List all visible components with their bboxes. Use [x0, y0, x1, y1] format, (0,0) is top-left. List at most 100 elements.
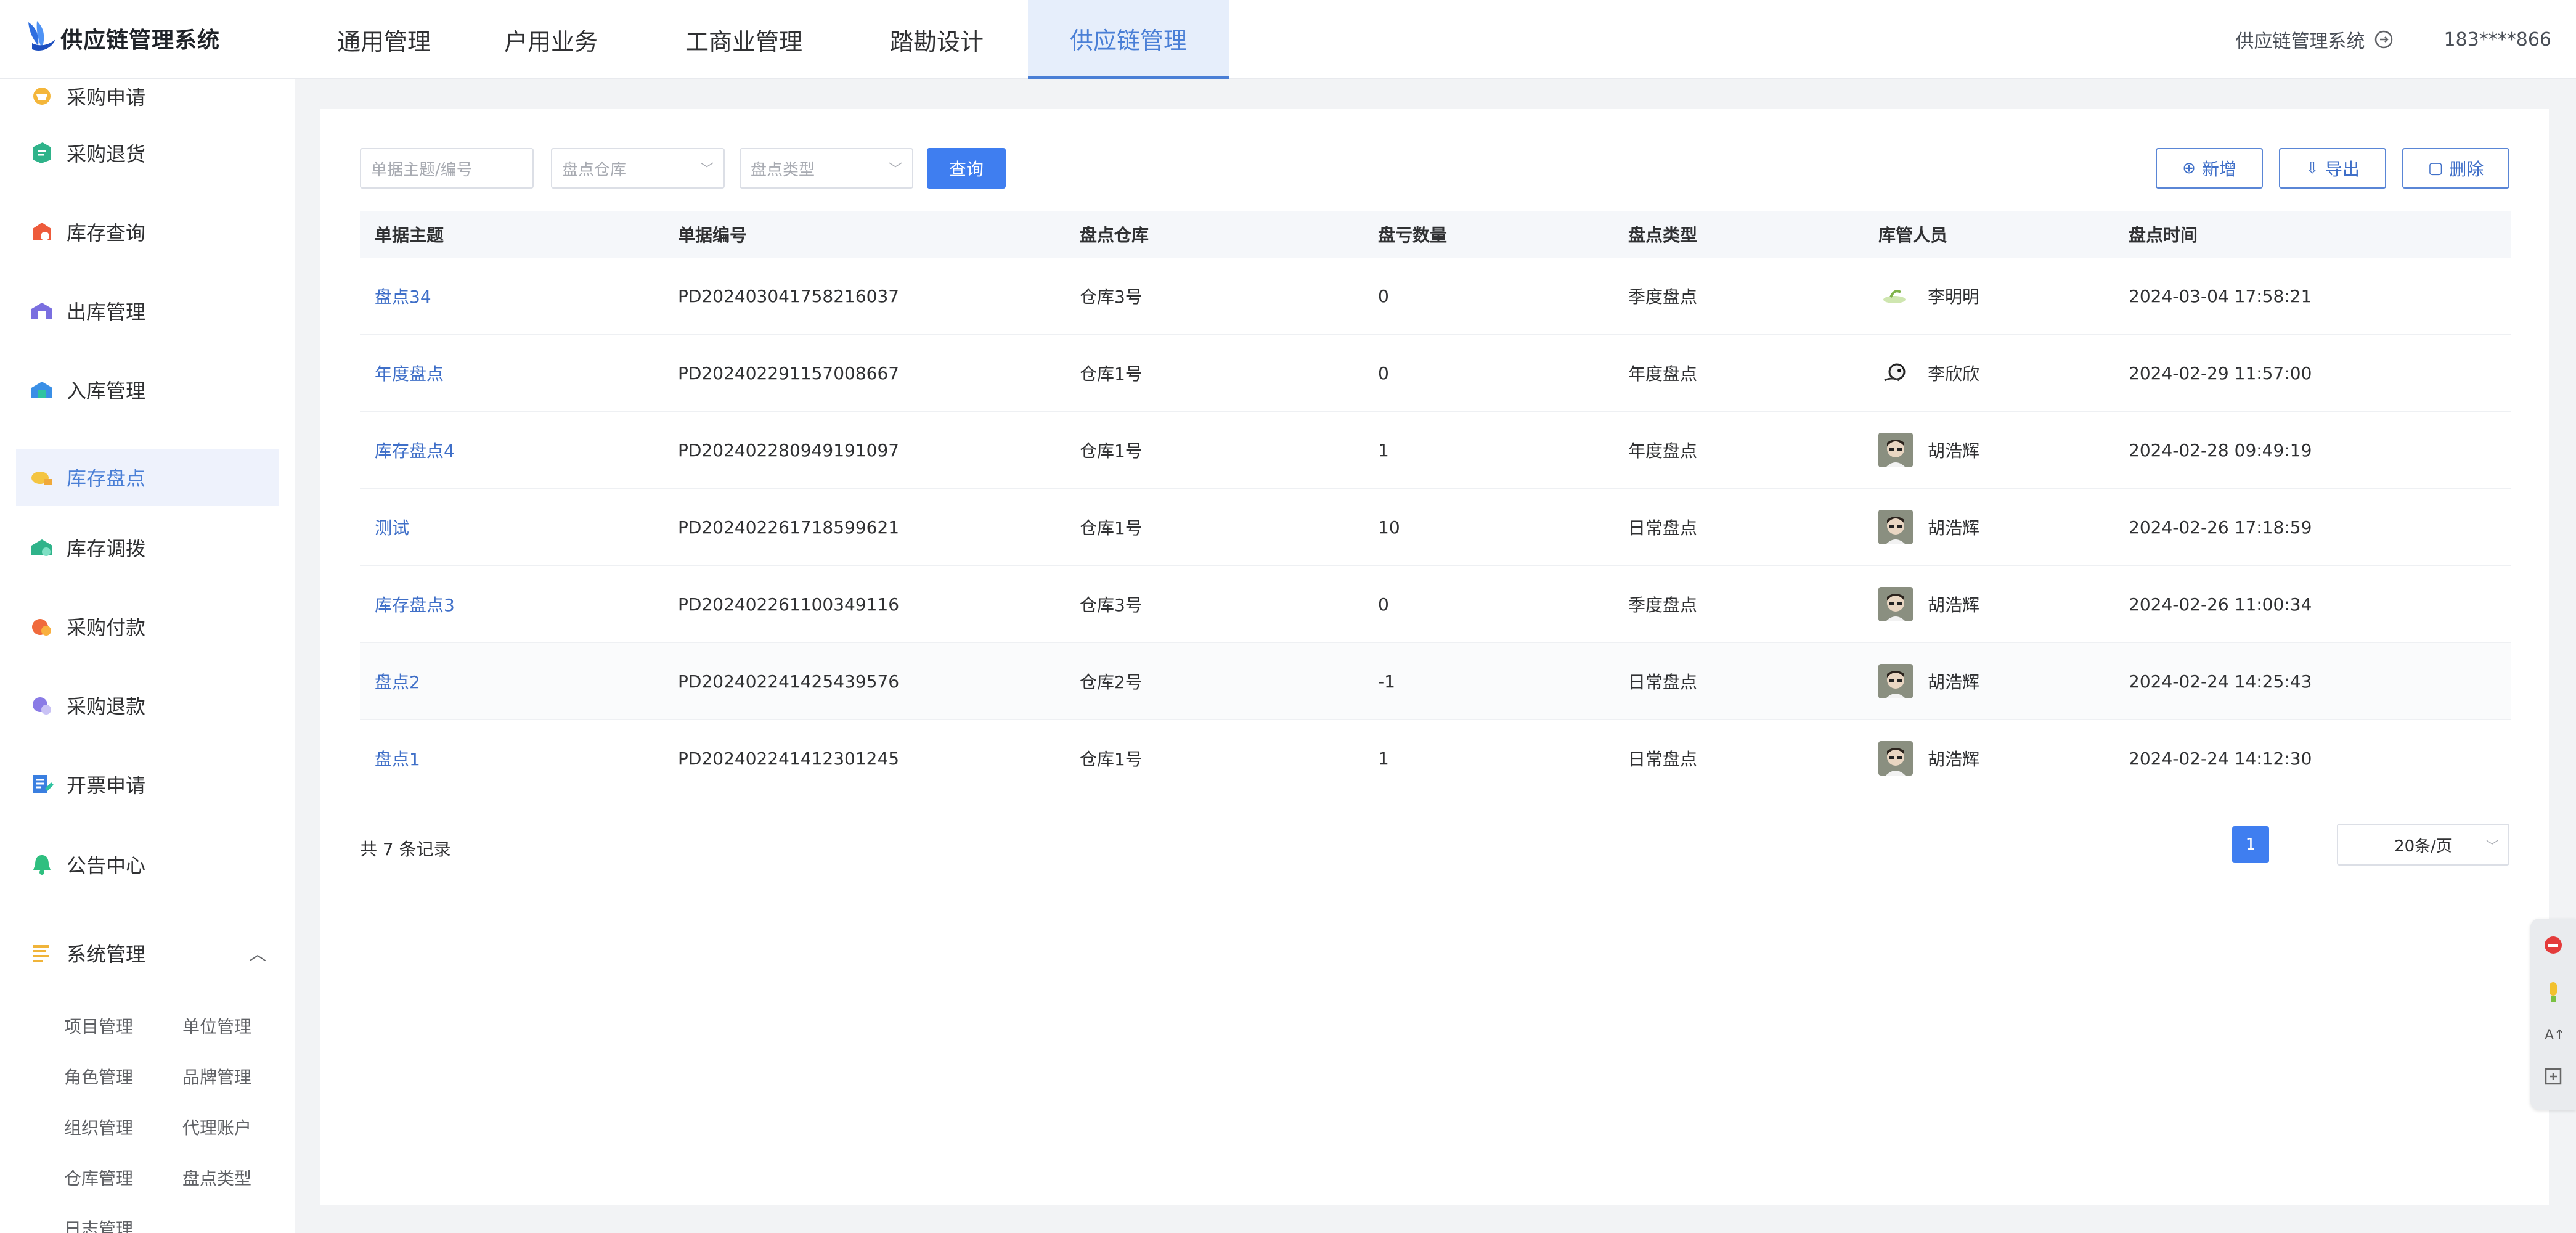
sidebar-item-announcements[interactable]: 公告中心	[16, 836, 279, 893]
sidebar-item-inbound[interactable]: 入库管理	[16, 361, 279, 418]
inbound-icon	[26, 374, 58, 406]
sidebar-item-label: 公告中心	[67, 854, 146, 877]
column-header[interactable]: 盘点类型	[1628, 211, 1697, 258]
table-row[interactable]: 盘点1 PD202402241412301245 仓库1号 1 日常盘点 胡浩辉 2024-…	[360, 720, 2511, 797]
cell-keeper: 胡浩辉	[1878, 412, 1979, 488]
cell-warehouse: 仓库1号	[1080, 749, 1143, 769]
table-row[interactable]: 测试 PD202402261718599621 仓库1号 10 日常盘点 胡浩辉 2024-…	[360, 489, 2511, 566]
table-row[interactable]: 库存盘点3 PD202402261100349116 仓库3号 0 季度盘点 胡浩辉 202…	[360, 566, 2511, 643]
sidebar-item-purchase-refund[interactable]: 采购退款	[16, 677, 279, 734]
keeper-name: 胡浩辉	[1928, 595, 1980, 615]
cell-type: 季度盘点	[1628, 595, 1698, 615]
table-row[interactable]: 盘点2 PD202402241425439576 仓库2号 -1 日常盘点 胡浩辉 2024…	[360, 643, 2511, 720]
cell-subject[interactable]: 测试	[375, 489, 409, 565]
nav-item-commercial[interactable]: 工商业管理	[642, 0, 846, 79]
warehouse-select[interactable]: 盘点仓库 ﹀	[551, 148, 725, 189]
payment-icon	[26, 610, 58, 642]
query-button[interactable]: 查询	[927, 148, 1006, 189]
cell-subject[interactable]: 库存盘点3	[375, 566, 455, 642]
sidebar-item-stock-query[interactable]: 库存查询	[16, 203, 279, 260]
table-row[interactable]: 年度盘点 PD202402291157008667 仓库1号 0 年度盘点 李欣欣 2024…	[360, 335, 2511, 412]
keeper-name: 胡浩辉	[1928, 672, 1980, 692]
sidebar-item-label: 采购退货	[67, 142, 146, 166]
sidebar-group-system[interactable]: 系统管理 ︿	[16, 925, 279, 981]
cell-time: 2024-02-26 11:00:34	[2129, 594, 2312, 615]
cell-code: PD202402241412301245	[678, 748, 900, 769]
cell-time: 2024-02-28 09:49:19	[2129, 440, 2312, 461]
column-header[interactable]: 单据编号	[678, 211, 747, 258]
cell-subject[interactable]: 盘点34	[375, 258, 431, 334]
keyword-input[interactable]: 单据主题/编号	[360, 148, 534, 189]
table-row[interactable]: 库存盘点4 PD202402280949191097 仓库1号 1 年度盘点 胡浩辉 202…	[360, 412, 2511, 489]
column-header[interactable]: 盘亏数量	[1378, 211, 1447, 258]
cell-keeper: 胡浩辉	[1878, 566, 1979, 642]
avatar	[1878, 664, 1913, 698]
column-header[interactable]: 盘点时间	[2129, 211, 2198, 258]
sidebar-sub-item[interactable]: 日志管理	[64, 1216, 133, 1233]
sidebar-item-outbound[interactable]: 出库管理	[16, 282, 279, 339]
sidebar-sub-item[interactable]: 项目管理	[64, 1014, 133, 1038]
cell-code: PD202402291157008667	[678, 363, 900, 383]
system-icon	[26, 937, 58, 969]
nav-item-supply-chain[interactable]: 供应链管理	[1028, 0, 1229, 79]
keeper-name: 胡浩辉	[1928, 749, 1980, 769]
user-account[interactable]: 183****866	[2444, 29, 2551, 51]
transfer-icon	[26, 531, 58, 563]
cell-quantity: -1	[1378, 671, 1395, 692]
sidebar-sub-item[interactable]: 仓库管理	[64, 1165, 133, 1190]
record-icon[interactable]	[2530, 930, 2576, 961]
chevron-up-icon[interactable]: ︿	[249, 941, 266, 965]
cell-time: 2024-02-24 14:25:43	[2129, 671, 2312, 692]
sidebar-item-invoice[interactable]: 开票申请	[16, 756, 279, 813]
sidebar-sub-item[interactable]: 单位管理	[182, 1014, 251, 1038]
cell-warehouse: 仓库3号	[1080, 287, 1143, 307]
cell-keeper: 胡浩辉	[1878, 643, 1979, 719]
delete-button[interactable]: ▢ 删除	[2402, 148, 2509, 189]
nav-item-general[interactable]: 通用管理	[308, 0, 460, 79]
page-size-value: 20条/页	[2394, 837, 2452, 856]
warehouse-select-placeholder: 盘点仓库	[562, 160, 627, 179]
nav-item-household[interactable]: 户用业务	[460, 0, 642, 79]
sidebar-sub-item[interactable]: 盘点类型	[182, 1165, 251, 1190]
sidebar-item-purchase-payment[interactable]: 采购付款	[16, 598, 279, 655]
sidebar-item-stock-check[interactable]: 库存盘点	[16, 449, 279, 506]
font-size-icon[interactable]: A↑	[2530, 1017, 2576, 1052]
page-size-select[interactable]: 20条/页 ﹀	[2337, 824, 2509, 866]
sidebar-item-stock-transfer[interactable]: 库存调拨	[16, 519, 279, 576]
type-select[interactable]: 盘点类型 ﹀	[740, 148, 913, 189]
column-header[interactable]: 库管人员	[1878, 211, 1947, 258]
export-button[interactable]: ⇩ 导出	[2279, 148, 2386, 189]
sidebar-sub-item[interactable]: 代理账户	[182, 1115, 251, 1139]
sidebar-sub-item[interactable]: 品牌管理	[182, 1064, 251, 1089]
app-logo[interactable]: 供应链管理系统	[23, 18, 220, 58]
cell-subject[interactable]: 年度盘点	[375, 335, 444, 411]
app-title: 供应链管理系统	[60, 28, 221, 53]
cell-subject[interactable]: 盘点2	[375, 643, 420, 719]
avatar	[1878, 510, 1913, 544]
column-header[interactable]: 单据主题	[375, 211, 444, 258]
microphone-icon[interactable]	[2530, 972, 2576, 1012]
search-stock-icon	[26, 216, 58, 248]
nav-item-survey-design[interactable]: 踏勘设计	[846, 0, 1028, 79]
total-count: 共 7 条记录	[360, 839, 451, 859]
settings-icon[interactable]	[2530, 1058, 2576, 1095]
cell-subject[interactable]: 盘点1	[375, 720, 420, 797]
sidebar-item-purchase-return[interactable]: 采购退货	[16, 125, 279, 181]
cell-time: 2024-02-29 11:57:00	[2129, 363, 2312, 383]
table-row[interactable]: 盘点34 PD202403041758216037 仓库3号 0 季度盘点 李明明 2024…	[360, 258, 2511, 335]
page-button-current[interactable]: 1	[2232, 826, 2269, 863]
system-switcher[interactable]: 供应链管理系统	[2235, 26, 2365, 53]
column-header[interactable]: 盘点仓库	[1080, 211, 1149, 258]
sidebar-item-purchase-request[interactable]: 采购申请	[16, 79, 279, 125]
inventory-check-icon	[26, 461, 58, 493]
sidebar-sub-item[interactable]: 角色管理	[64, 1064, 133, 1089]
sidebar-item-label: 入库管理	[67, 379, 146, 403]
cell-quantity: 0	[1378, 594, 1389, 615]
sidebar-item-label: 开票申请	[67, 774, 146, 797]
switch-icon[interactable]	[2373, 29, 2394, 50]
cell-time: 2024-02-26 17:18:59	[2129, 517, 2312, 538]
add-button[interactable]: ⊕ 新增	[2156, 148, 2263, 189]
sidebar-group-label: 系统管理	[67, 943, 146, 966]
cell-subject[interactable]: 库存盘点4	[375, 412, 455, 488]
sidebar-sub-item[interactable]: 组织管理	[64, 1115, 133, 1139]
